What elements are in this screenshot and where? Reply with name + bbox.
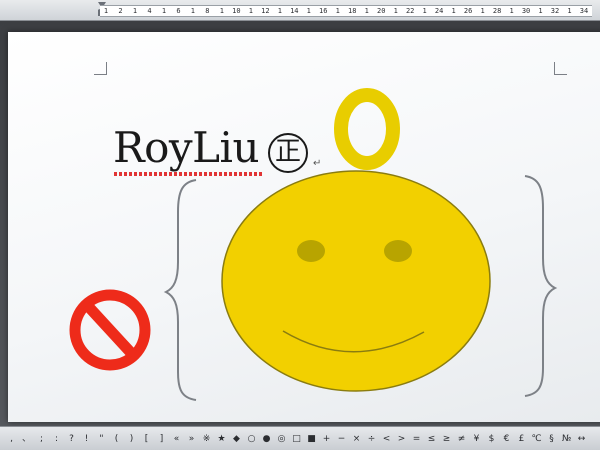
symbol-button[interactable]: ★ (214, 432, 229, 446)
right-brace-shape[interactable] (524, 175, 558, 397)
symbol-button[interactable]: ! (79, 432, 94, 446)
symbol-button[interactable]: ℃ (529, 432, 544, 446)
symbol-button[interactable]: ↔ (574, 432, 589, 446)
symbol-button[interactable]: « (169, 432, 184, 446)
symbol-button[interactable]: 、 (19, 432, 34, 446)
symbol-button[interactable]: + (319, 432, 334, 446)
symbol-button[interactable]: ● (259, 432, 274, 446)
symbol-button[interactable]: ÷ (364, 432, 379, 446)
symbol-button[interactable]: ; (34, 432, 49, 446)
symbol-button[interactable]: < (379, 432, 394, 446)
prohibited-sign-icon[interactable] (69, 289, 151, 371)
ring-shape[interactable] (334, 88, 400, 170)
symbol-button[interactable]: ≤ (424, 432, 439, 446)
symbol-button[interactable]: № (559, 432, 574, 446)
drawing-layer (69, 88, 558, 401)
left-brace-shape[interactable] (163, 179, 197, 401)
symbol-button[interactable]: ] (154, 432, 169, 446)
symbol-button[interactable]: ※ (199, 432, 214, 446)
symbol-button[interactable]: § (544, 432, 559, 446)
symbol-button[interactable]: − (334, 432, 349, 446)
symbol-button[interactable]: $ (484, 432, 499, 446)
symbol-button[interactable]: ) (124, 432, 139, 446)
symbol-button[interactable]: ? (64, 432, 79, 446)
smiley-face-shape[interactable] (221, 170, 491, 392)
symbol-button[interactable]: > (394, 432, 409, 446)
symbol-button[interactable]: ≠ (454, 432, 469, 446)
symbol-button[interactable]: ( (109, 432, 124, 446)
symbol-button[interactable]: × (349, 432, 364, 446)
symbol-button[interactable]: » (184, 432, 199, 446)
symbol-button[interactable]: ○ (244, 432, 259, 446)
symbol-button[interactable]: : (49, 432, 64, 446)
screen: 1 2 1 4 1 6 1 8 1 10 1 12 1 14 1 16 1 18 1 20 1 22 1 24 1 26 1 28 1 3… (0, 0, 600, 450)
symbol-button[interactable]: ■ (304, 432, 319, 446)
symbol-button[interactable]: ◎ (274, 432, 289, 446)
symbol-toolbar: ,、;:?! "()[] «» ※ ★ ◆ ○ ● ◎ □ ■ + − × ÷ < > = ≤ ≥ ≠ ¥ $ € £ ℃ § № ↔ (0, 426, 600, 450)
symbol-button[interactable]: , (4, 432, 19, 446)
symbol-button[interactable]: € (499, 432, 514, 446)
smiley-left-eye (297, 240, 325, 262)
symbol-button[interactable]: [ (139, 432, 154, 446)
symbol-button[interactable]: ◆ (229, 432, 244, 446)
symbol-button[interactable]: ¥ (469, 432, 484, 446)
symbol-button[interactable]: □ (289, 432, 304, 446)
smiley-right-eye (384, 240, 412, 262)
symbol-button[interactable]: " (94, 432, 109, 446)
symbol-button[interactable]: £ (514, 432, 529, 446)
symbol-button[interactable]: = (409, 432, 424, 446)
symbol-button[interactable]: ≥ (439, 432, 454, 446)
